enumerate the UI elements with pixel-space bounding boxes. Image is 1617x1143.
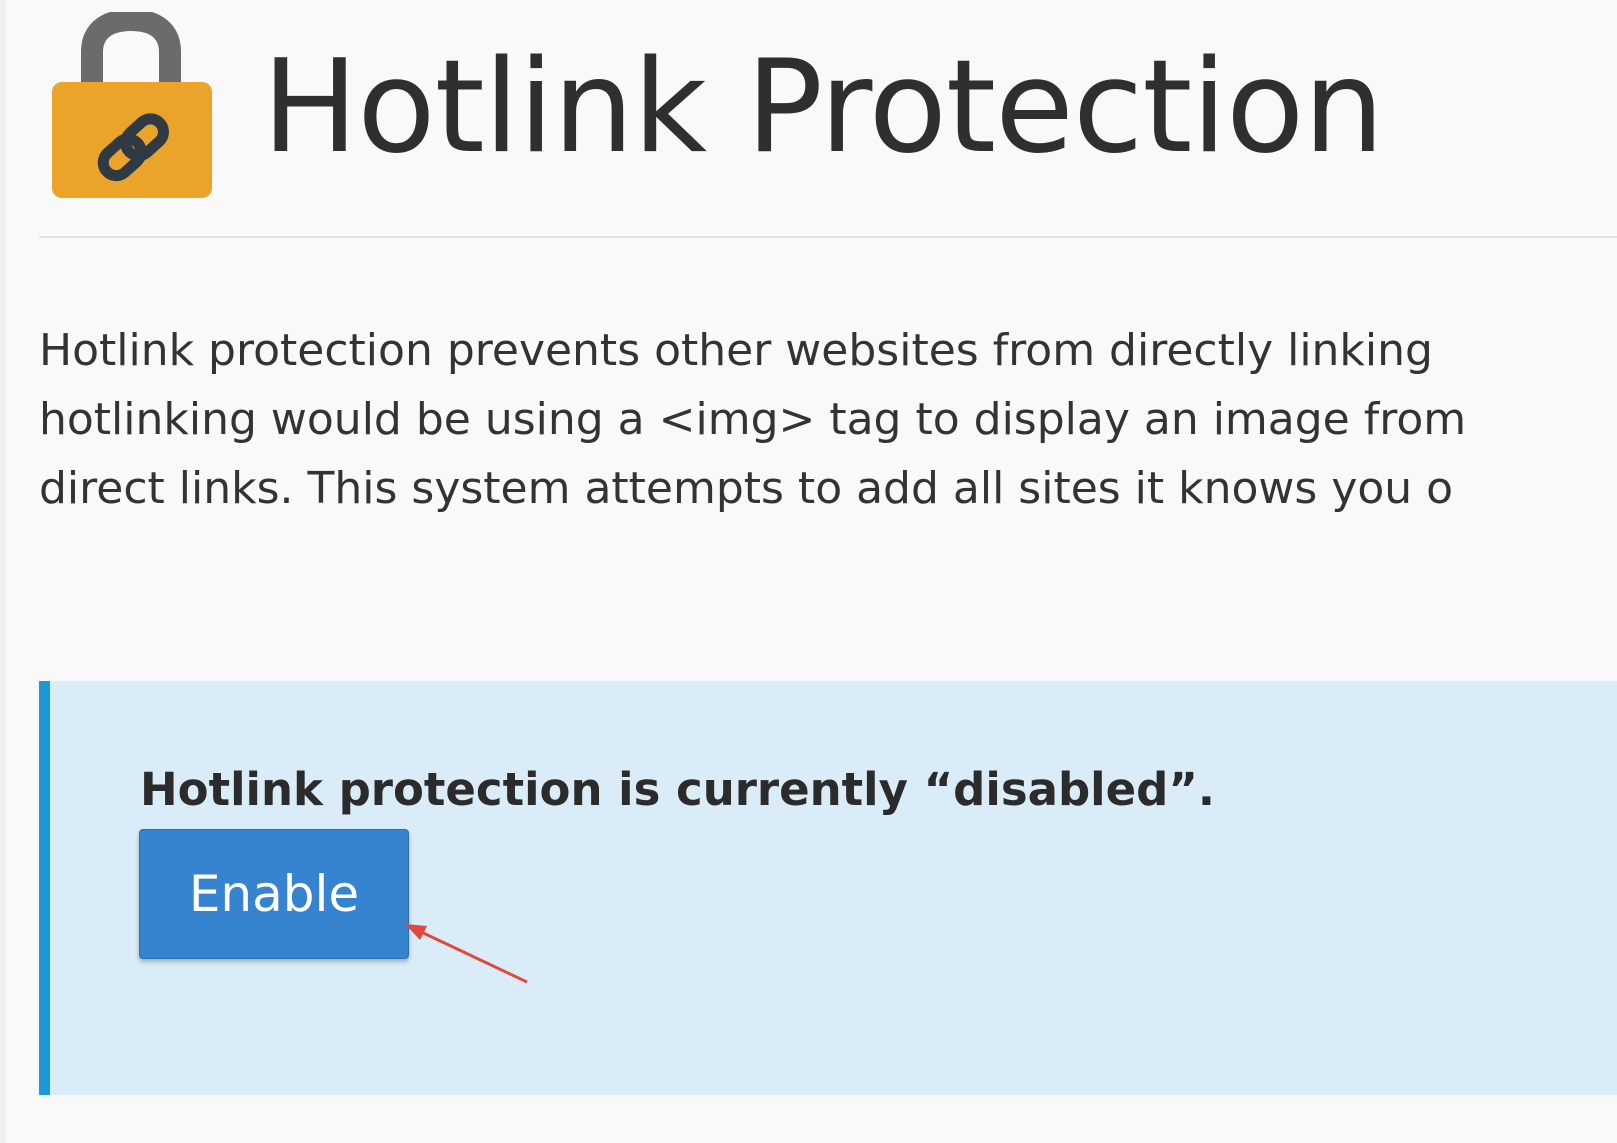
description-line-2: hotlinking would be using a <img> tag to…: [39, 394, 1467, 445]
description-line-1: Hotlink protection prevents other websit…: [39, 325, 1433, 376]
left-edge-strip: [0, 0, 6, 1143]
status-text: Hotlink protection is currently “disable…: [140, 763, 1216, 816]
description-line-3: direct links. This system attempts to ad…: [39, 463, 1454, 514]
header-divider: [39, 236, 1617, 238]
enable-button[interactable]: Enable: [139, 829, 409, 959]
page-title: Hotlink Protection: [262, 33, 1384, 182]
page-header: Hotlink Protection: [40, 0, 1617, 240]
status-callout: Hotlink protection is currently “disable…: [39, 681, 1617, 1095]
red-arrow-icon: [405, 924, 528, 984]
lock-link-icon: [52, 12, 212, 198]
description-text: Hotlink protection prevents other websit…: [39, 316, 1617, 523]
